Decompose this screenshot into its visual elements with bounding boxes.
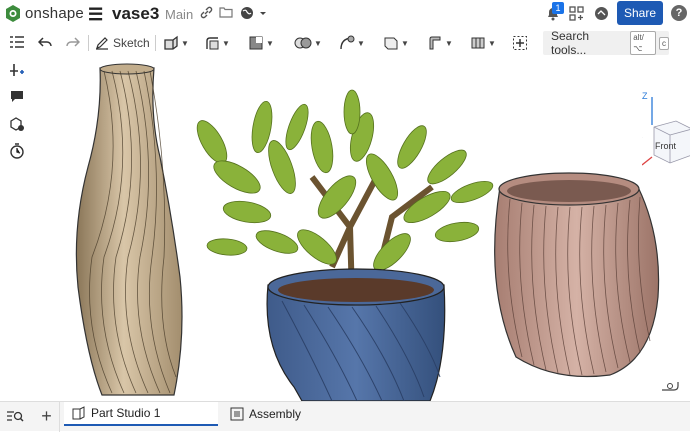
feature-list-icon[interactable] <box>8 35 26 53</box>
tall-vase-model[interactable] <box>75 63 183 396</box>
tab-label: Assembly <box>249 407 302 421</box>
parts-appearance-icon[interactable] <box>8 116 26 134</box>
extrude-tool[interactable]: ▼ <box>163 33 189 53</box>
search-tools-box[interactable]: Search tools... alt/⌥ c <box>543 29 669 57</box>
shortcut-key-c: c <box>659 36 669 50</box>
assembly-icon <box>230 407 244 421</box>
axis-z-label: Z <box>642 91 648 101</box>
pencil-icon <box>96 37 108 50</box>
tab-label: Part Studio 1 <box>91 406 161 420</box>
twisted-pot-model[interactable] <box>266 268 446 401</box>
fillet-icon <box>206 37 219 50</box>
wavy-bowl-model[interactable] <box>494 172 660 378</box>
plane-tool[interactable]: ▼ <box>383 33 409 53</box>
learning-center-icon[interactable] <box>594 6 609 24</box>
insert-new-tab-button[interactable]: + <box>34 402 60 432</box>
tab-part-studio-1[interactable]: Part Studio 1 <box>64 402 218 426</box>
view-cube[interactable]: Z Front <box>637 91 690 188</box>
help-icon[interactable]: ? <box>671 5 687 21</box>
sketch-button[interactable]: Sketch <box>95 33 150 53</box>
folder-icon[interactable] <box>219 6 233 21</box>
notification-count-badge: 1 <box>552 2 564 14</box>
redo-icon[interactable] <box>66 33 80 53</box>
toolbar-divider <box>155 35 156 51</box>
document-name[interactable]: vase3 <box>112 4 159 24</box>
variables-icon[interactable] <box>8 62 26 80</box>
toolbar-divider <box>88 35 89 51</box>
globe-dropdown-icon[interactable] <box>240 6 266 23</box>
tab-assembly[interactable]: Assembly <box>222 402 302 426</box>
feature-toolbar: Sketch ▼ ▼ ▼ ▼ ▼ ▼ ▼ ▼ Search tools... a… <box>32 29 690 57</box>
part-studio-tool[interactable]: ▼ <box>470 33 496 53</box>
part-icon <box>471 37 485 49</box>
boolean-tool[interactable]: ▼ <box>294 33 322 53</box>
fillet-tool[interactable]: ▼ <box>204 33 230 53</box>
top-bar: onshape ☰ vase3 Main 1 Share ? <box>0 0 690 28</box>
undo-icon[interactable] <box>38 33 52 53</box>
link-icon[interactable] <box>200 6 213 22</box>
plant-foliage <box>196 89 494 298</box>
view-cube-face-label: Front <box>655 141 677 151</box>
model-canvas <box>75 63 679 401</box>
onshape-logo-icon <box>6 5 20 22</box>
sweep-tool[interactable]: ▼ <box>339 33 365 53</box>
plane-icon <box>384 37 398 50</box>
left-rail <box>0 29 32 401</box>
sheet-metal-icon <box>429 36 441 50</box>
history-icon[interactable] <box>8 143 26 161</box>
boolean-icon <box>294 37 312 49</box>
onshape-logo[interactable]: onshape <box>5 5 84 22</box>
workspace-name[interactable]: Main <box>165 7 193 22</box>
part-studio-icon <box>72 406 85 420</box>
add-custom-feature-icon[interactable] <box>512 33 528 53</box>
sweep-icon <box>340 35 355 50</box>
hamburger-menu-icon[interactable]: ☰ <box>88 5 103 25</box>
shell-icon <box>249 36 263 50</box>
search-tools-label: Search tools... <box>551 29 590 57</box>
share-button[interactable]: Share <box>617 1 663 25</box>
mate-connector-icon[interactable] <box>662 382 679 391</box>
shortcut-key-alt: alt/⌥ <box>630 31 656 55</box>
apps-grid-icon[interactable] <box>569 6 584 24</box>
sketch-label: Sketch <box>113 36 150 50</box>
extrude-icon <box>164 35 178 50</box>
comments-icon[interactable] <box>8 89 26 107</box>
bottom-tab-bar: + Part Studio 1 Assembly <box>0 401 690 432</box>
graphics-viewport[interactable]: Z Front <box>32 57 690 401</box>
shell-tool[interactable]: ▼ <box>248 33 274 53</box>
logo-text: onshape <box>25 5 84 22</box>
search-tabs-icon[interactable] <box>6 409 24 426</box>
sheet-metal-tool[interactable]: ▼ <box>427 33 453 53</box>
